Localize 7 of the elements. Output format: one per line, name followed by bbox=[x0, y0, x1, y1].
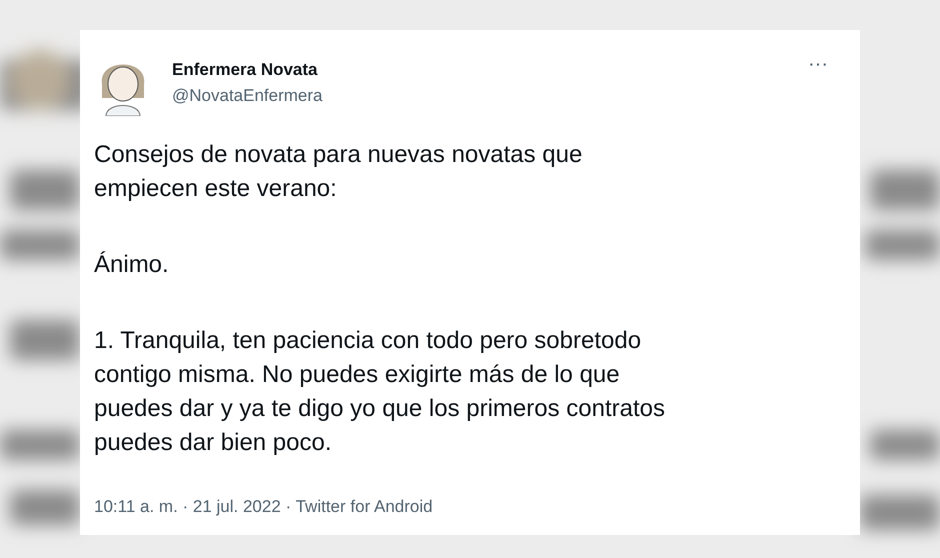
more-icon[interactable]: ··· bbox=[808, 54, 828, 74]
author-handle[interactable]: @NovataEnfermera bbox=[172, 86, 788, 106]
tweet-paragraph: Ánimo. bbox=[94, 250, 170, 280]
tweet-paragraph: Consejos de novata para nuevas novatas que empiecen este verano: bbox=[94, 140, 584, 204]
tweet-meta: 10:11 a. m. · 21 jul. 2022 · Twitter for Android bbox=[94, 497, 434, 517]
author-name[interactable]: Enfermera Novata bbox=[172, 60, 788, 80]
tweet-paragraph: 1. Tranquila, ten paciencia con todo pero sobretodo contigo misma. No puedes exigirte más de lo que puedes dar y ya te digo yo que los primeros contratos puedes dar bien poco. bbox=[94, 326, 666, 458]
